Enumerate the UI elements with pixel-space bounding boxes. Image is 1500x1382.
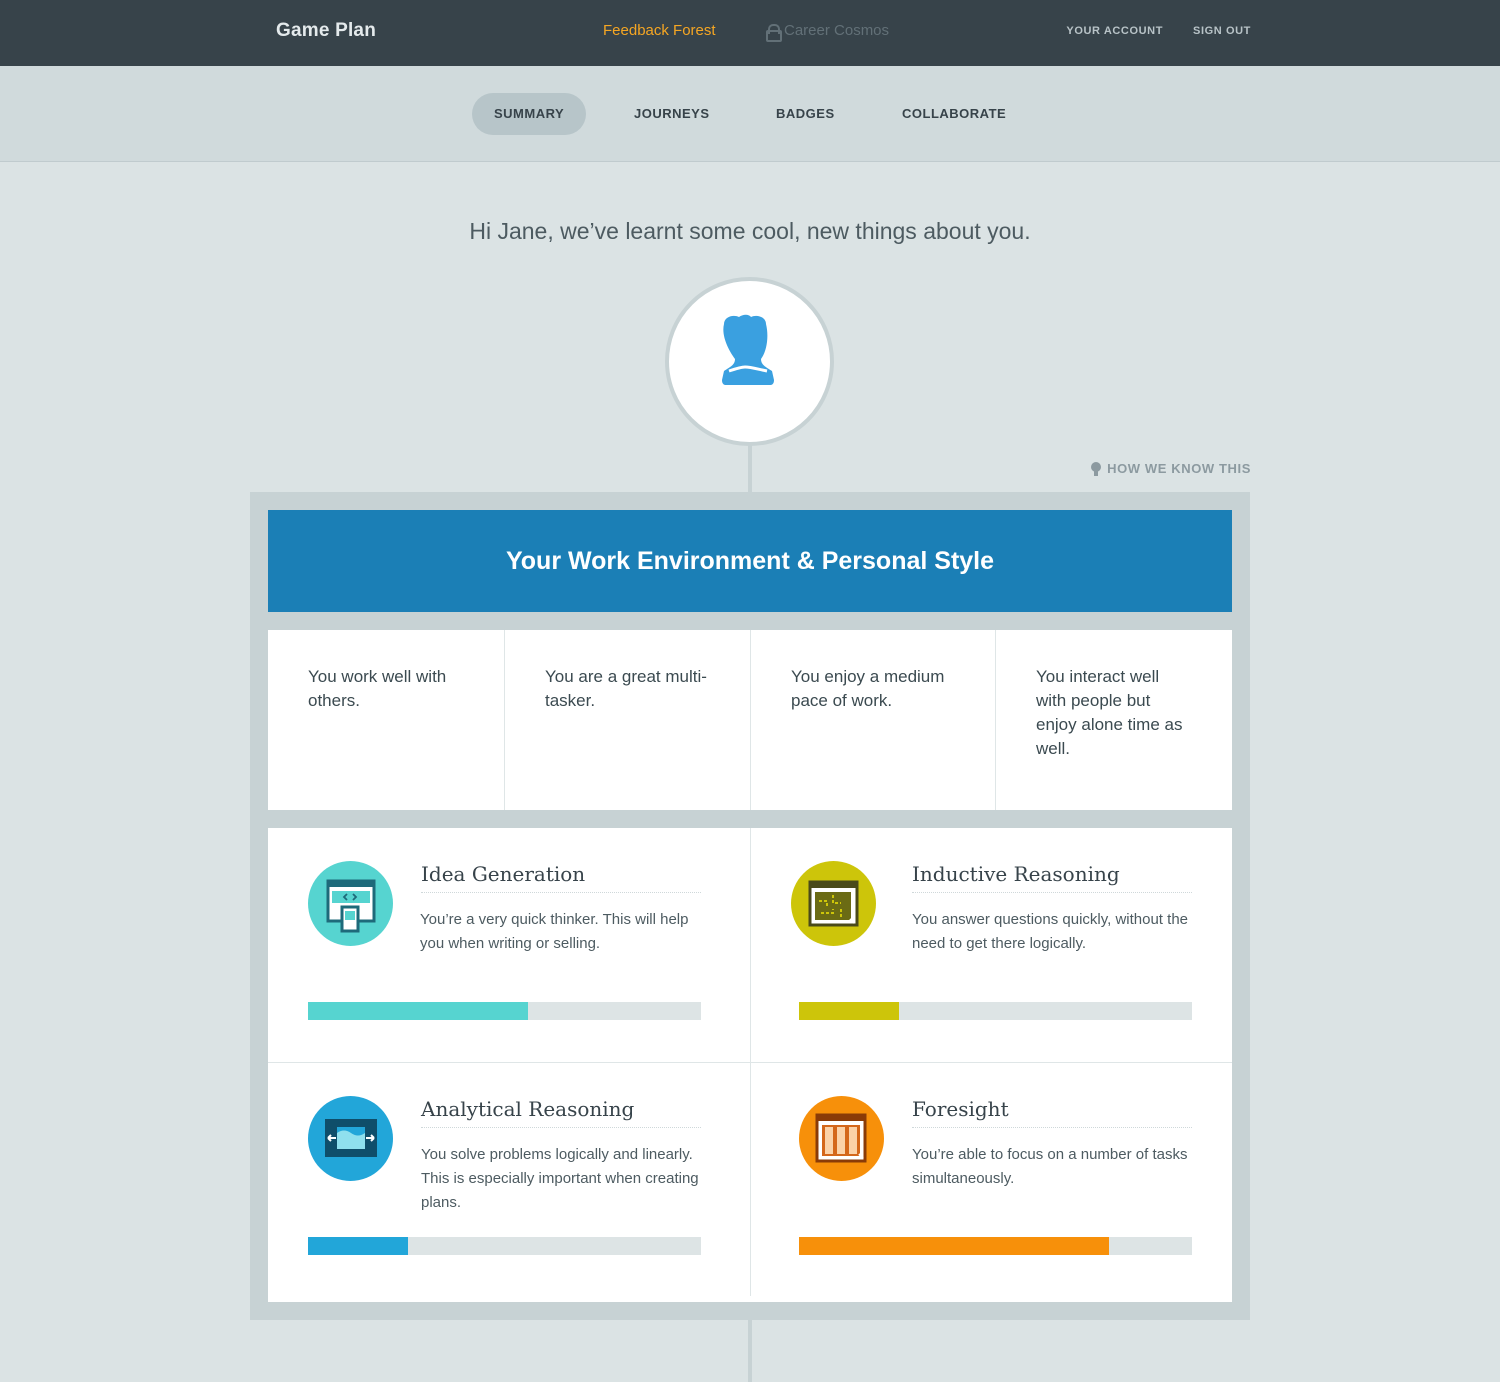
skill-progress-bar (799, 1237, 1192, 1255)
skill-progress-bar (799, 1002, 1192, 1020)
avatar (665, 277, 834, 446)
skill-progress-fill (799, 1002, 900, 1020)
section-tabs: SUMMARY JOURNEYS BADGES COLLABORATE (0, 66, 1500, 162)
skill-description: You answer questions quickly, without th… (912, 911, 1188, 952)
nav-feedback-forest[interactable]: Feedback Forest (603, 22, 716, 39)
wave-window-icon (308, 1096, 393, 1181)
brand-logo[interactable]: Game Plan (276, 20, 376, 42)
section-title: Your Work Environment & Personal Style (268, 510, 1232, 612)
nav-career-cosmos-label: Career Cosmos (784, 22, 890, 39)
trait-card: You work well with others. (268, 630, 505, 810)
skill-description: You solve problems logically and linearl… (421, 1146, 699, 1211)
how-we-know-this-link[interactable]: HOW WE KNOW THIS (1091, 461, 1251, 476)
lock-icon (766, 23, 782, 42)
skill-title: Analytical Reasoning (421, 1097, 701, 1128)
greeting-text: Hi Jane, we’ve learnt some cool, new thi… (469, 218, 1031, 244)
nav-career-cosmos[interactable]: Career Cosmos (766, 22, 890, 42)
tab-collaborate[interactable]: COLLABORATE (880, 93, 1028, 135)
lightbulb-icon (1091, 461, 1102, 476)
nav-feedback-forest-label[interactable]: Feedback Forest (603, 22, 716, 39)
sign-out-link[interactable]: SIGN OUT (1193, 25, 1251, 37)
connector-line-bottom (748, 1318, 752, 1382)
skill-description: You’re a very quick thinker. This will h… (420, 911, 689, 952)
skill-progress-fill (308, 1237, 409, 1255)
summary-panel: Your Work Environment & Personal Style Y… (250, 492, 1250, 1320)
skill-card-analytical-reasoning: Analytical Reasoning You solve problems … (268, 1062, 750, 1296)
tab-journeys[interactable]: JOURNEYS (612, 93, 732, 135)
top-navbar: Game Plan Feedback Forest Career Cosmos … (0, 0, 1500, 66)
skill-title: Idea Generation (421, 862, 701, 893)
traits-row: You work well with others. You are a gre… (268, 630, 1232, 810)
trait-card: You interact well with people but enjoy … (1036, 667, 1183, 758)
columns-window-icon (799, 1096, 884, 1181)
trait-card: You are a great multi-tasker. (505, 630, 751, 810)
skill-description: You’re able to focus on a number of task… (912, 1146, 1188, 1187)
skill-card-inductive-reasoning: Inductive Reasoning You answer questions… (750, 828, 1232, 1062)
skill-progress-bar (308, 1237, 701, 1255)
skill-title: Inductive Reasoning (912, 862, 1192, 893)
skill-progress-fill (308, 1002, 529, 1020)
skill-title: Foresight (912, 1097, 1192, 1128)
trait-card: You enjoy a medium pace of work. (751, 630, 996, 810)
your-account-link[interactable]: YOUR ACCOUNT (1066, 25, 1163, 37)
tab-summary[interactable]: SUMMARY (472, 93, 587, 135)
skills-grid: Idea Generation You’re a very quick thin… (268, 828, 1232, 1302)
skill-progress-fill (799, 1237, 1110, 1255)
connector-line-top (748, 444, 752, 494)
skill-card-idea-generation: Idea Generation You’re a very quick thin… (268, 828, 750, 1062)
skill-progress-bar (308, 1002, 701, 1020)
head-profile-icon (722, 314, 774, 385)
puzzle-window-icon (791, 861, 876, 946)
browser-devices-icon (308, 861, 393, 946)
how-we-know-this-label: HOW WE KNOW THIS (1107, 461, 1251, 476)
tab-badges[interactable]: BADGES (754, 93, 857, 135)
skill-card-foresight: Foresight You’re able to focus on a numb… (750, 1062, 1232, 1296)
account-nav: YOUR ACCOUNT SIGN OUT (1066, 25, 1251, 37)
